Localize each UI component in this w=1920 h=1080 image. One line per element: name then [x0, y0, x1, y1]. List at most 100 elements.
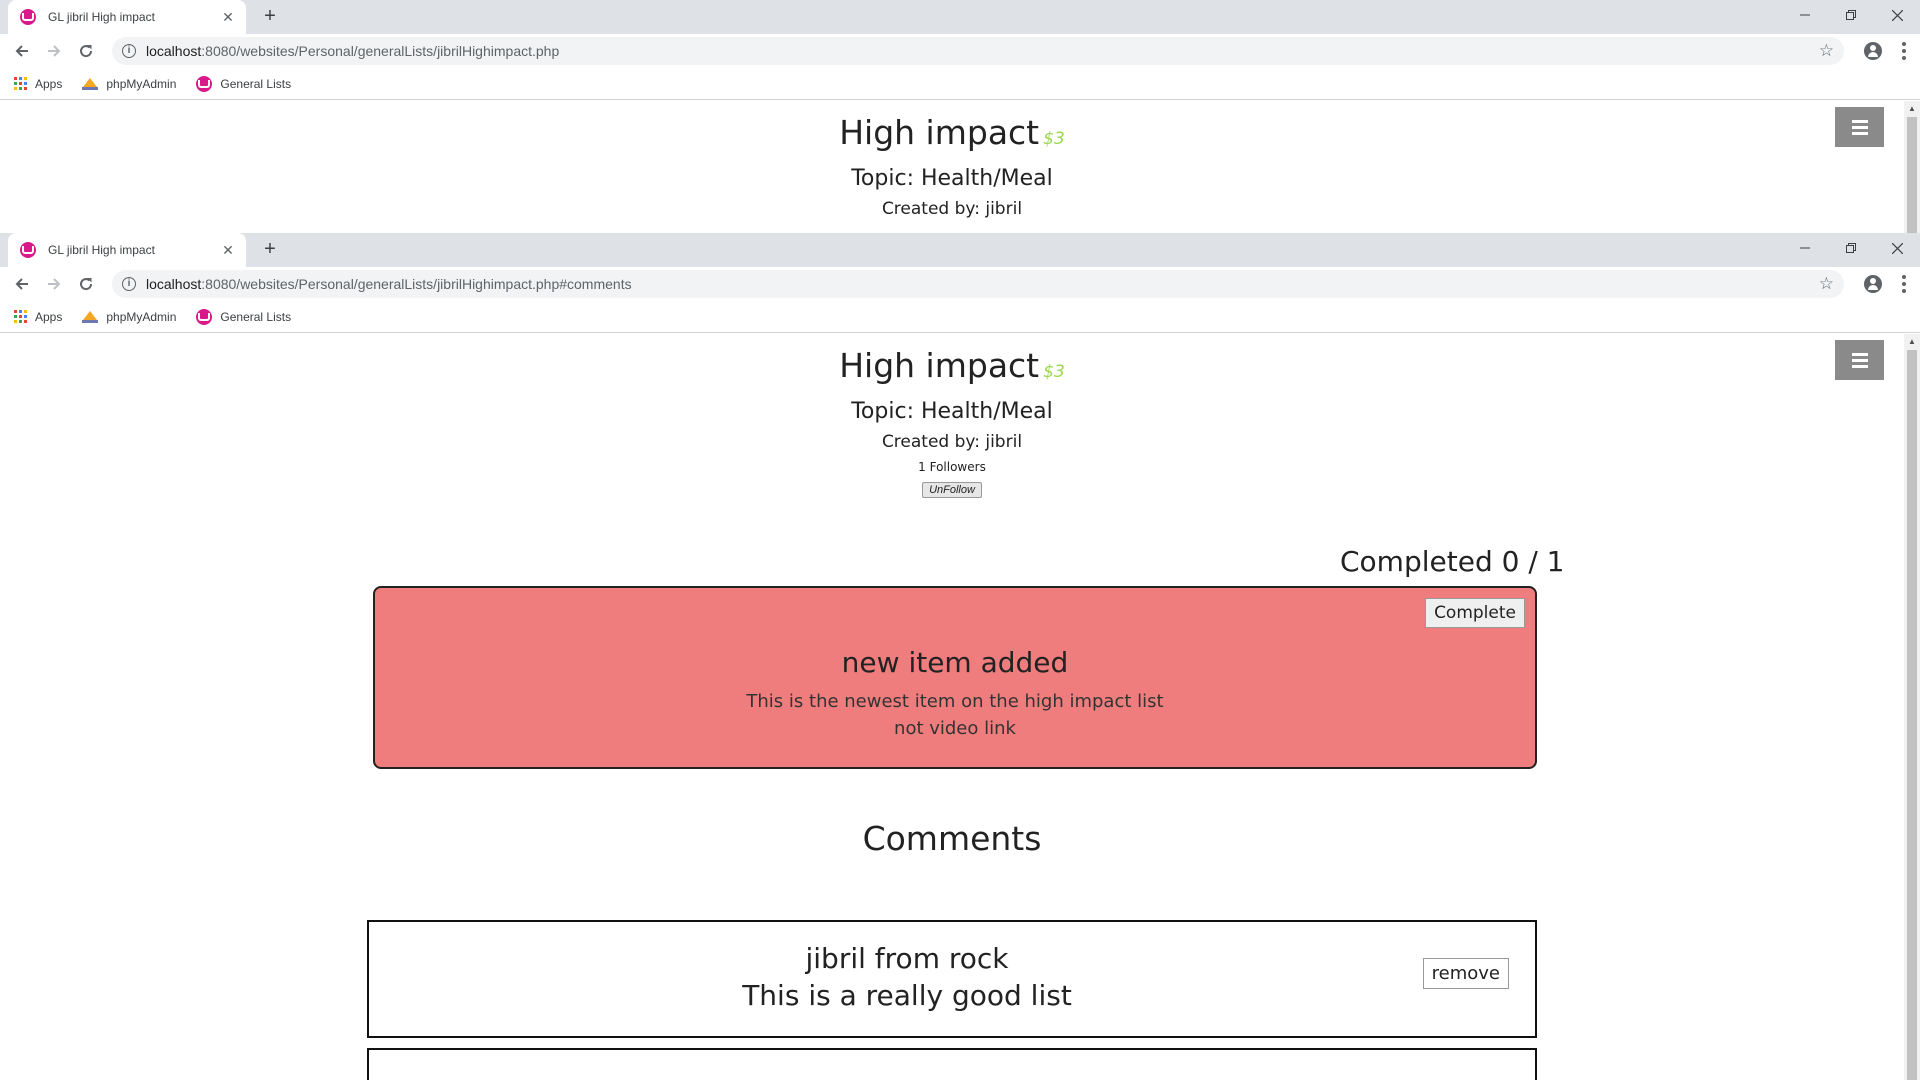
list-creator: Created by: jibril — [881, 432, 1023, 452]
browser-toolbar: i localhost:8080/websites/Personal/gener… — [0, 34, 1920, 68]
bookmarks-bar: Apps phpMyAdmin General Lists — [0, 68, 1920, 100]
reload-icon — [80, 278, 93, 291]
followers-count: 1 Followers — [918, 460, 986, 474]
apps-grid-icon — [14, 310, 27, 323]
bookmark-phpmyadmin[interactable]: phpMyAdmin — [82, 310, 176, 324]
info-icon[interactable]: i — [122, 277, 136, 291]
info-icon[interactable]: i — [122, 44, 136, 58]
scroll-up-arrow-icon[interactable]: ▲ — [1904, 101, 1920, 117]
scroll-thumb[interactable] — [1907, 350, 1917, 1080]
remove-comment-button[interactable]: remove — [1422, 958, 1509, 989]
browser-window-1: GL jibril High impact ✕ + i localhost:80… — [0, 0, 1920, 233]
tab-title: GL jibril High impact — [48, 10, 155, 24]
comment-card: jibril from rock This is a really good l… — [367, 920, 1537, 1038]
close-tab-icon[interactable]: ✕ — [220, 9, 236, 26]
forward-arrow-icon — [48, 278, 61, 290]
window-controls — [1782, 0, 1920, 30]
comments-heading: Comments — [862, 819, 1042, 858]
item-description: This is the newest item on the high impa… — [746, 691, 1164, 712]
toolbar-right — [1856, 42, 1914, 60]
reload-icon — [80, 45, 93, 58]
tab-strip: GL jibril High impact ✕ + — [0, 233, 1920, 267]
phpmyadmin-icon — [82, 77, 99, 90]
minimize-button[interactable] — [1782, 233, 1828, 263]
unfollow-button[interactable]: UnFollow — [922, 482, 982, 498]
hamburger-menu-button[interactable] — [1835, 340, 1884, 380]
browser-menu-icon[interactable] — [1894, 42, 1914, 60]
list-creator: Created by: jibril — [881, 199, 1023, 219]
close-tab-icon[interactable]: ✕ — [220, 242, 236, 259]
bookmark-apps[interactable]: Apps — [14, 77, 62, 91]
general-lists-icon — [196, 308, 213, 325]
new-tab-button[interactable]: + — [258, 5, 282, 29]
back-button[interactable] — [6, 270, 38, 298]
bookmark-general-lists[interactable]: General Lists — [196, 308, 292, 325]
bookmark-phpmyadmin[interactable]: phpMyAdmin — [82, 77, 176, 91]
scroll-up-arrow-icon[interactable]: ▲ — [1904, 334, 1920, 350]
bookmark-label: General Lists — [220, 76, 292, 91]
general-lists-favicon-icon — [20, 242, 36, 258]
tab-title: GL jibril High impact — [48, 243, 155, 257]
scroll-thumb[interactable] — [1907, 117, 1917, 233]
reload-button[interactable] — [70, 37, 102, 65]
bookmark-label: Apps — [35, 309, 63, 324]
bookmark-label: Apps — [35, 76, 63, 91]
bookmark-star-icon[interactable]: ☆ — [1819, 274, 1834, 294]
phpmyadmin-icon — [82, 310, 99, 323]
bookmark-apps[interactable]: Apps — [14, 310, 62, 324]
list-cost: $3 — [1043, 362, 1065, 382]
forward-arrow-icon — [48, 45, 61, 57]
item-title: new item added — [841, 646, 1069, 679]
close-window-button[interactable] — [1874, 0, 1920, 30]
close-window-button[interactable] — [1874, 233, 1920, 263]
back-arrow-icon — [15, 45, 28, 57]
bookmark-general-lists[interactable]: General Lists — [196, 75, 292, 92]
list-topic: Topic: Health/Meal — [851, 166, 1053, 191]
restore-button[interactable] — [1828, 0, 1874, 30]
close-icon — [1891, 242, 1903, 254]
window-controls — [1782, 233, 1920, 263]
close-icon — [1891, 9, 1903, 21]
page-scrollbar[interactable]: ▲ — [1904, 101, 1920, 233]
general-lists-favicon-icon — [20, 9, 36, 25]
page-scrollbar[interactable]: ▲ — [1904, 334, 1920, 1080]
restore-icon — [1846, 10, 1856, 20]
bookmark-star-icon[interactable]: ☆ — [1819, 41, 1834, 61]
browser-toolbar: i localhost:8080/websites/Personal/gener… — [0, 267, 1920, 301]
completed-counter: Completed 0 / 1 — [1340, 545, 1565, 578]
list-topic: Topic: Health/Meal — [851, 399, 1053, 424]
address-bar[interactable]: i localhost:8080/websites/Personal/gener… — [112, 270, 1844, 298]
browser-tab[interactable]: GL jibril High impact ✕ — [8, 233, 246, 267]
browser-menu-icon[interactable] — [1894, 275, 1914, 293]
back-arrow-icon — [15, 278, 28, 290]
url-text: localhost:8080/websites/Personal/general… — [146, 43, 560, 59]
item-link: not video link — [894, 718, 1016, 739]
comment-author: jibril from rock — [805, 942, 1009, 975]
general-lists-icon — [196, 75, 213, 92]
account-icon[interactable] — [1864, 275, 1882, 293]
browser-window-2: GL jibril High impact ✕ + i localhost:80… — [0, 233, 1920, 1080]
apps-grid-icon — [14, 77, 27, 90]
bookmark-label: General Lists — [220, 309, 292, 324]
minimize-button[interactable] — [1782, 0, 1828, 30]
url-text: localhost:8080/websites/Personal/general… — [146, 276, 632, 292]
reload-button[interactable] — [70, 270, 102, 298]
new-tab-button[interactable]: + — [258, 238, 282, 262]
address-bar[interactable]: i localhost:8080/websites/Personal/gener… — [112, 37, 1844, 65]
page-content: High impact $3 Topic: Health/Meal Created… — [0, 101, 1904, 233]
tab-strip: GL jibril High impact ✕ + — [0, 0, 1920, 34]
forward-button[interactable] — [38, 37, 70, 65]
restore-icon — [1846, 243, 1856, 253]
toolbar-right — [1856, 275, 1914, 293]
account-icon[interactable] — [1864, 42, 1882, 60]
page-content: High impact $3 Topic: Health/Meal Created… — [0, 334, 1904, 1080]
restore-button[interactable] — [1828, 233, 1874, 263]
back-button[interactable] — [6, 37, 38, 65]
bookmark-label: phpMyAdmin — [106, 309, 177, 324]
list-item-card: Complete new item added This is the newe… — [373, 586, 1537, 769]
page-title: High impact $3 — [839, 346, 1065, 385]
browser-tab[interactable]: GL jibril High impact ✕ — [8, 0, 246, 34]
forward-button[interactable] — [38, 270, 70, 298]
complete-button[interactable]: Complete — [1425, 598, 1525, 628]
hamburger-menu-button[interactable] — [1835, 107, 1884, 147]
